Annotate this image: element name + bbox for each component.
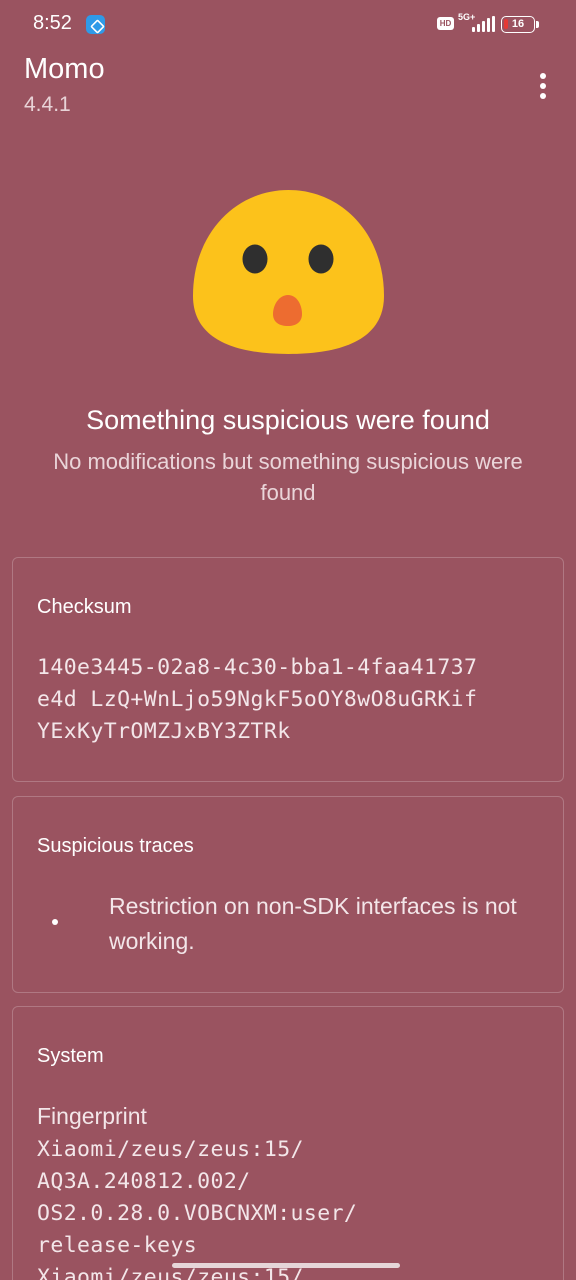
battery-level: 16 — [511, 18, 525, 30]
hd-icon: HD — [437, 17, 454, 30]
signal-icon — [472, 16, 496, 32]
suspicious-traces-title: Suspicious traces — [37, 835, 194, 857]
battery-icon: 16 — [501, 16, 535, 33]
system-title: System — [37, 1045, 104, 1067]
right-eye — [308, 244, 334, 274]
surprised-face-icon — [193, 190, 384, 354]
result-description: No modifications but something suspiciou… — [53, 449, 523, 505]
suspicious-traces-card: Suspicious traces Restriction on non-SDK… — [12, 796, 564, 993]
app-notification-icon — [86, 15, 105, 34]
fingerprint-label: Fingerprint — [37, 1103, 147, 1129]
checksum-title: Checksum — [37, 596, 132, 618]
more-vert-icon[interactable] — [524, 64, 562, 108]
bullet-icon — [52, 919, 58, 925]
system-card: System Fingerprint Xiaomi/zeus/zeus:15/ … — [12, 1006, 564, 1280]
checksum-value[interactable]: 140e3445-02a8-4c30-bba1-4faa41737 e4d Lz… — [37, 652, 537, 748]
app-title: Momo — [24, 53, 105, 85]
status-bar: 8:52 HD 5G+ 16 — [0, 0, 576, 50]
checksum-card: Checksum 140e3445-02a8-4c30-bba1-4faa417… — [12, 557, 564, 782]
trace-item: Restriction on non-SDK interfaces is not… — [109, 893, 517, 954]
result-title: Something suspicious were found — [86, 405, 490, 435]
gesture-navigation-bar[interactable] — [172, 1263, 400, 1268]
face-shape — [193, 190, 384, 354]
fingerprint-value[interactable]: Xiaomi/zeus/zeus:15/ AQ3A.240812.002/ OS… — [37, 1134, 357, 1280]
status-time: 8:52 — [33, 12, 72, 34]
left-eye — [242, 244, 268, 274]
app-version: 4.4.1 — [24, 93, 71, 116]
battery-cap — [536, 21, 539, 28]
